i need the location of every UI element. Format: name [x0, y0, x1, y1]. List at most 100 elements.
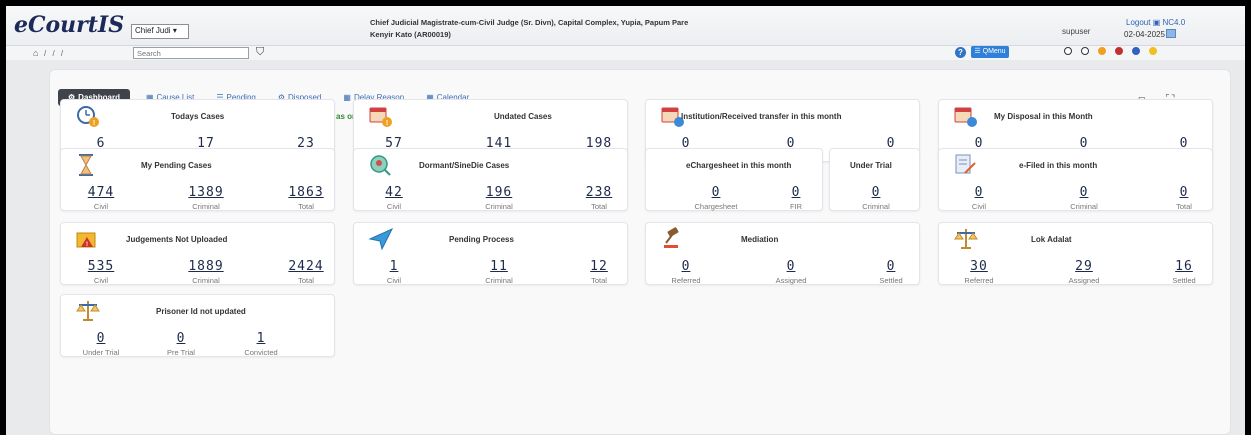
stat-value[interactable]: 1389 — [171, 185, 241, 200]
stat-item[interactable]: 0 Total — [1149, 185, 1219, 211]
stat-item[interactable]: 196 Criminal — [464, 185, 534, 211]
stat-item[interactable]: 0 Pre Trial — [146, 331, 216, 357]
stat-value[interactable]: 1889 — [171, 259, 241, 274]
hourglass-icon — [75, 153, 101, 177]
theme-dot[interactable] — [1098, 47, 1106, 55]
calendar-icon[interactable] — [1166, 29, 1176, 38]
stat-value[interactable]: 11 — [464, 259, 534, 274]
folder-icon: ! — [75, 227, 101, 251]
tab-icon: ▦ — [343, 92, 351, 102]
stat-value[interactable]: 0 — [66, 331, 136, 346]
stat-item[interactable]: 11 Criminal — [464, 259, 534, 285]
stat-item[interactable]: 42 Civil — [359, 185, 429, 211]
app-logo: eCourtIS — [14, 12, 125, 38]
plane-icon — [368, 227, 394, 251]
search-input[interactable] — [133, 47, 249, 59]
stat-item[interactable]: 238 Total — [564, 185, 634, 211]
stat-item[interactable]: 12 Total — [564, 259, 634, 285]
stat-item[interactable]: 0 FIR — [761, 185, 831, 211]
stat-item[interactable]: 2424 Total — [271, 259, 341, 285]
stat-value[interactable]: 0 — [146, 331, 216, 346]
theme-dot[interactable] — [1149, 47, 1157, 55]
doc-icon — [953, 153, 979, 177]
sub-toolbar: ⌂ / / / ⛉ ? ☰ QMenu — [6, 46, 1245, 60]
card-lokadalat[interactable]: Lok Adalat 30 Referred 29 Assigned 16 Settled — [938, 222, 1213, 285]
stat-label: Civil — [971, 202, 987, 211]
stat-label: Criminal — [485, 202, 513, 211]
stat-item[interactable]: 474 Civil — [66, 185, 136, 211]
stat-item[interactable]: 1 Civil — [359, 259, 429, 285]
stat-value[interactable]: 0 — [651, 259, 721, 274]
theme-dot[interactable] — [1132, 47, 1140, 55]
stat-value[interactable]: 0 — [856, 259, 926, 274]
stat-item[interactable]: 1889 Criminal — [171, 259, 241, 285]
stat-label: Total — [298, 276, 314, 285]
stat-value[interactable]: 1 — [359, 259, 429, 274]
stat-item[interactable]: 1 Convicted — [226, 331, 296, 357]
court-select[interactable]: Chief Judi ▾ — [131, 24, 189, 39]
stat-item[interactable]: 0 Assigned — [756, 259, 826, 285]
stat-value[interactable]: 1 — [226, 331, 296, 346]
stat-value[interactable]: 16 — [1149, 259, 1219, 274]
stat-item[interactable]: 0 Chargesheet — [681, 185, 751, 211]
stat-value[interactable]: 0 — [681, 185, 751, 200]
stat-item[interactable]: 0 Criminal — [841, 185, 911, 211]
stat-value[interactable]: 0 — [1049, 185, 1119, 200]
stat-item[interactable]: 535 Civil — [66, 259, 136, 285]
stat-item[interactable]: 30 Referred — [944, 259, 1014, 285]
stat-value[interactable]: 196 — [464, 185, 534, 200]
stat-label: Total — [591, 276, 607, 285]
home-icon[interactable]: ⌂ — [33, 48, 38, 58]
stat-value[interactable]: 238 — [564, 185, 634, 200]
stat-item[interactable]: 0 Settled — [856, 259, 926, 285]
stat-value[interactable]: 0 — [841, 185, 911, 200]
stat-item[interactable]: 0 Referred — [651, 259, 721, 285]
card-dormant[interactable]: Dormant/SineDie Cases 42 Civil 196 Criminal 2… — [353, 148, 628, 211]
card-mediation[interactable]: Mediation 0 Referred 0 Assigned 0 Settled — [645, 222, 920, 285]
card-judgements[interactable]: ! Judgements Not Uploaded 535 Civil 1889 Crim… — [60, 222, 335, 285]
court-select-value: Chief Judi — [135, 26, 171, 35]
stat-label: Civil — [386, 202, 402, 211]
clock-icon: ! — [75, 104, 101, 128]
theme-dot[interactable] — [1064, 47, 1072, 55]
stat-value[interactable]: 0 — [1149, 185, 1219, 200]
card-prisoner[interactable]: Prisoner Id not updated 0 Under Trial 0 Pre … — [60, 294, 335, 357]
card-undertrial[interactable]: Under Trial 0 Criminal — [829, 148, 920, 211]
qmenu-button[interactable]: ☰ QMenu — [971, 46, 1009, 58]
card-echarge[interactable]: eChargesheet in this month 0 Chargesheet 0 F… — [645, 148, 823, 211]
stat-item[interactable]: 16 Settled — [1149, 259, 1219, 285]
stat-value[interactable]: 474 — [66, 185, 136, 200]
stat-item[interactable]: 0 Criminal — [1049, 185, 1119, 211]
stat-value[interactable]: 29 — [1049, 259, 1119, 274]
card-title: Pending Process — [449, 235, 514, 244]
stat-value[interactable]: 12 — [564, 259, 634, 274]
stat-value[interactable]: 1863 — [271, 185, 341, 200]
card-title: eChargesheet in this month — [686, 161, 792, 170]
stat-item[interactable]: 1863 Total — [271, 185, 341, 211]
stat-value[interactable]: 0 — [944, 185, 1014, 200]
stat-value[interactable]: 0 — [761, 185, 831, 200]
stat-item[interactable]: 29 Assigned — [1049, 259, 1119, 285]
stat-label: Civil — [93, 276, 109, 285]
card-process[interactable]: Pending Process 1 Civil 11 Criminal 12 Total — [353, 222, 628, 285]
stat-value[interactable]: 42 — [359, 185, 429, 200]
card-efiled[interactable]: e-Filed in this month 0 Civil 0 Criminal 0 Tot… — [938, 148, 1213, 211]
header-date: 02-04-2025 — [1124, 30, 1165, 39]
stat-value[interactable]: 2424 — [271, 259, 341, 274]
svg-text:!: ! — [86, 242, 88, 248]
theme-dot[interactable] — [1081, 47, 1089, 55]
scales-icon — [953, 227, 979, 251]
card-pending[interactable]: My Pending Cases 474 Civil 1389 Criminal 1863… — [60, 148, 335, 211]
stat-item[interactable]: 0 Civil — [944, 185, 1014, 211]
filter-icon[interactable]: ⛉ — [256, 46, 264, 59]
theme-dot[interactable] — [1115, 47, 1123, 55]
stat-item[interactable]: 1389 Criminal — [171, 185, 241, 211]
stat-value[interactable]: 0 — [756, 259, 826, 274]
stat-value[interactable]: 535 — [66, 259, 136, 274]
stat-value[interactable]: 30 — [944, 259, 1014, 274]
logout-label: Logout — [1126, 18, 1151, 27]
stat-item[interactable]: 0 Under Trial — [66, 331, 136, 357]
card-title: Dormant/SineDie Cases — [419, 161, 510, 170]
logout-link[interactable]: Logout ▣ NC4.0 — [1126, 18, 1185, 27]
help-icon[interactable]: ? — [955, 47, 966, 58]
